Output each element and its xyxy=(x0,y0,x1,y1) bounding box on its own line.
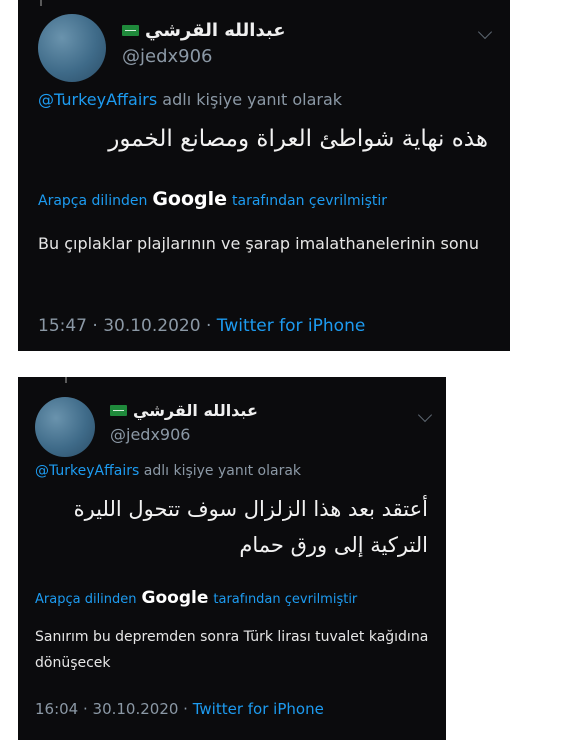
translation-attribution[interactable]: Arapça dilinden Google tarafından çevril… xyxy=(38,188,387,210)
display-name[interactable]: عبدالله القرشي xyxy=(133,401,258,420)
google-logo: Google xyxy=(141,588,209,608)
timestamp[interactable]: 16:04 · 30.10.2020 · xyxy=(35,700,188,718)
saudi-flag-icon xyxy=(110,405,127,416)
reply-context-text: adlı kişiye yanıt olarak xyxy=(162,90,343,109)
translation-attribution[interactable]: Arapça dilinden Google tarafından çevril… xyxy=(35,588,357,608)
tweet-meta: 16:04 · 30.10.2020 · Twitter for iPhone xyxy=(35,700,324,718)
user-handle[interactable]: @jedx906 xyxy=(110,425,190,444)
chevron-down-icon[interactable] xyxy=(477,24,493,40)
client-link[interactable]: Twitter for iPhone xyxy=(193,700,324,718)
reply-context: @TurkeyAffairs adlı kişiye yanıt olarak xyxy=(35,463,301,479)
tweet-text: أعتقد بعد هذا الزلزال سوف تتحول الليرة ا… xyxy=(73,497,428,557)
reply-context-text: adlı kişiye yanıt olarak xyxy=(143,463,302,479)
avatar[interactable] xyxy=(38,14,106,82)
translation-provider-label: tarafından çevrilmiştir xyxy=(213,592,358,607)
tweet-meta: 15:47 · 30.10.2020 · Twitter for iPhone xyxy=(38,316,365,336)
translation-provider-label: tarafından çevrilmiştir xyxy=(232,193,388,209)
tweet-card: عبدالله القرشي @jedx906 @TurkeyAffairs a… xyxy=(18,0,510,351)
avatar[interactable] xyxy=(35,397,95,457)
chevron-down-icon[interactable] xyxy=(417,407,433,423)
translated-text: Sanırım bu depremden sonra Türk lirası t… xyxy=(35,629,429,671)
tweet-text: هذه نهاية شواطئ العراة ومصانع الخمور xyxy=(108,126,488,152)
translated-text: Bu çıplaklar plajlarının ve şarap imalat… xyxy=(38,234,479,253)
client-link[interactable]: Twitter for iPhone xyxy=(217,316,366,336)
reply-mention-link[interactable]: @TurkeyAffairs xyxy=(35,463,139,479)
author-name-row[interactable]: عبدالله القرشي xyxy=(110,401,258,420)
google-logo: Google xyxy=(152,188,228,210)
reply-context: @TurkeyAffairs adlı kişiye yanıt olarak xyxy=(38,90,342,109)
translation-source-label: Arapça dilinden xyxy=(38,193,148,209)
tweet-card: عبدالله القرشي @jedx906 @TurkeyAffairs a… xyxy=(18,377,446,740)
timestamp[interactable]: 15:47 · 30.10.2020 · xyxy=(38,316,211,336)
user-handle[interactable]: @jedx906 xyxy=(122,46,213,67)
divider xyxy=(40,0,42,6)
translation-source-label: Arapça dilinden xyxy=(35,592,137,607)
display-name[interactable]: عبدالله القرشي xyxy=(145,20,286,41)
reply-mention-link[interactable]: @TurkeyAffairs xyxy=(38,90,157,109)
author-name-row[interactable]: عبدالله القرشي xyxy=(122,20,286,41)
saudi-flag-icon xyxy=(122,25,139,36)
divider xyxy=(65,377,67,383)
